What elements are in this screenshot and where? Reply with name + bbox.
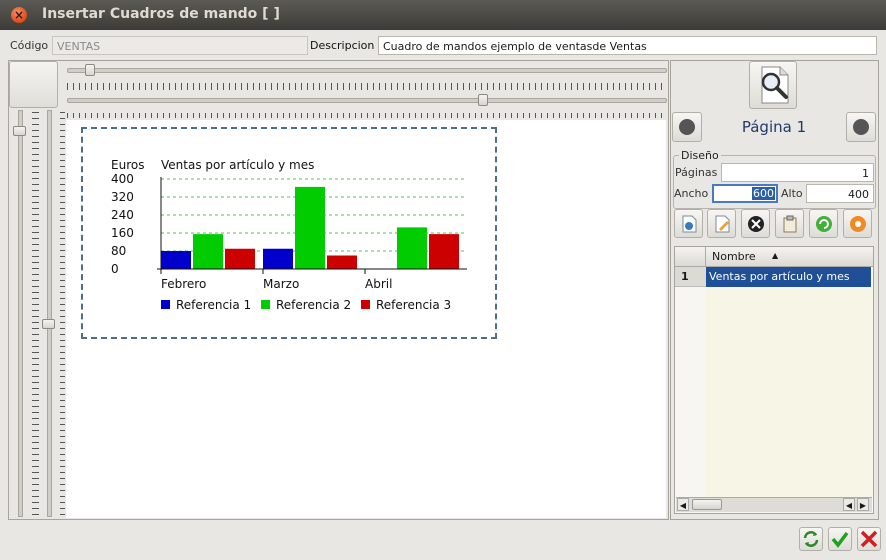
zoom-slider-track[interactable]: [67, 68, 667, 73]
row-index: 1: [675, 267, 706, 287]
circle-icon: [679, 119, 695, 135]
alto-label: Alto: [781, 187, 803, 200]
legend-swatch: [161, 300, 170, 309]
horizontal-scroll-track[interactable]: [67, 98, 667, 103]
paginas-label: Páginas: [675, 166, 718, 179]
new-chart-button[interactable]: [674, 209, 703, 238]
x-tick-label: Marzo: [263, 277, 299, 291]
new-document-icon: [682, 215, 696, 232]
legend-label: Referencia 2: [276, 298, 351, 312]
bar-referencia-3: [429, 234, 459, 269]
bar-referencia-1: [263, 248, 293, 269]
vertical-zoom-track[interactable]: [18, 110, 23, 517]
delete-icon: [747, 215, 764, 232]
paste-button[interactable]: [775, 209, 804, 238]
chart-title: Ventas por artículo y mes: [161, 158, 314, 172]
vertical-zoom-thumb[interactable]: [13, 126, 26, 136]
alto-field[interactable]: 400: [806, 184, 874, 203]
reload-button[interactable]: [799, 527, 823, 551]
legend-swatch: [261, 300, 270, 309]
descripcion-label: Descripcion: [310, 39, 375, 52]
legend-swatch: [361, 300, 370, 309]
bar-chart: Euros Ventas por artículo y mes 400 320 24…: [111, 158, 467, 312]
bar-referencia-2: [193, 234, 223, 269]
bar-referencia-2: [295, 186, 325, 269]
list-row-selected[interactable]: Ventas por artículo y mes: [706, 267, 871, 287]
column-header-nombre[interactable]: Nombre ▲: [706, 247, 873, 267]
magnifier-icon: [761, 66, 789, 104]
chart-widget[interactable]: Euros Ventas por artículo y mes 400 320 24…: [81, 127, 497, 339]
page-label: Página 1: [741, 118, 807, 136]
checkmark-icon: [831, 531, 849, 548]
preview-button[interactable]: [749, 61, 797, 109]
bar-referencia-1: [161, 251, 191, 269]
vertical-scroll-thumb[interactable]: [42, 319, 55, 329]
horizontal-scroll-thumb[interactable]: [478, 94, 488, 106]
window-title: Insertar Cuadros de mando [ ]: [42, 6, 280, 22]
ancho-field[interactable]: 600: [712, 184, 778, 203]
diseno-label: Diseño: [679, 149, 721, 162]
vertical-ruler-minor: [60, 112, 65, 515]
bar-referencia-3: [225, 248, 255, 269]
scroll-left-arrow-icon[interactable]: ◀: [677, 498, 689, 511]
orange-gear-icon: [849, 215, 866, 232]
close-window-button[interactable]: ×: [11, 7, 27, 23]
clipboard-icon: [783, 215, 796, 232]
ruler-corner: [9, 61, 58, 108]
properties-button[interactable]: [843, 209, 872, 238]
list-empty-area: [706, 287, 873, 497]
title-bar: × Insertar Cuadros de mando [ ]: [0, 0, 886, 30]
y-tick-label: 240: [111, 208, 134, 222]
list-scroll-thumb[interactable]: [692, 499, 722, 510]
previous-page-button[interactable]: [672, 112, 702, 142]
y-tick-label: 320: [111, 190, 134, 204]
column-header-label: Nombre: [712, 250, 756, 263]
legend-label: Referencia 3: [376, 298, 451, 312]
delete-chart-button[interactable]: [741, 209, 770, 238]
y-tick-label: 160: [111, 226, 134, 240]
paginas-field[interactable]: 1: [721, 163, 874, 182]
scroll-left-arrow-icon-2[interactable]: ◀: [843, 498, 855, 511]
scroll-right-arrow-icon[interactable]: ▶: [857, 498, 869, 511]
y-tick-label: 400: [111, 172, 134, 186]
ancho-value: 600: [752, 187, 775, 200]
vertical-scroll-track[interactable]: [47, 110, 52, 517]
horizontal-ruler-minor: [67, 113, 665, 118]
y-axis-label: Euros: [111, 158, 144, 172]
bar-referencia-3: [327, 255, 357, 269]
codigo-label: Código: [10, 39, 49, 52]
circle-icon: [853, 119, 869, 135]
accept-button[interactable]: [828, 527, 852, 551]
next-page-button[interactable]: [846, 112, 876, 142]
horizontal-ruler: [67, 83, 665, 90]
sort-ascending-icon: ▲: [772, 251, 779, 260]
close-icon: ×: [13, 8, 25, 22]
list-corner: [675, 247, 706, 267]
y-tick-label: 80: [111, 244, 126, 258]
cancel-button[interactable]: [857, 527, 881, 551]
vertical-ruler: [32, 112, 39, 515]
cross-icon: [860, 530, 878, 548]
zoom-slider-thumb[interactable]: [85, 64, 95, 76]
ancho-label: Ancho: [674, 187, 709, 200]
edit-document-icon: [715, 215, 729, 232]
edit-chart-button[interactable]: [707, 209, 736, 238]
bar-referencia-2: [397, 227, 427, 269]
refresh-icon: [815, 215, 832, 232]
y-tick-label: 0: [111, 262, 119, 276]
descripcion-field[interactable]: Cuadro de mandos ejemplo de ventasde Ven…: [378, 36, 877, 55]
x-tick-label: Abril: [365, 277, 392, 291]
legend-label: Referencia 1: [176, 298, 251, 312]
codigo-field[interactable]: VENTAS: [52, 36, 308, 55]
reload-icon: [803, 531, 819, 547]
x-tick-label: Febrero: [161, 277, 206, 291]
refresh-button[interactable]: [809, 209, 838, 238]
